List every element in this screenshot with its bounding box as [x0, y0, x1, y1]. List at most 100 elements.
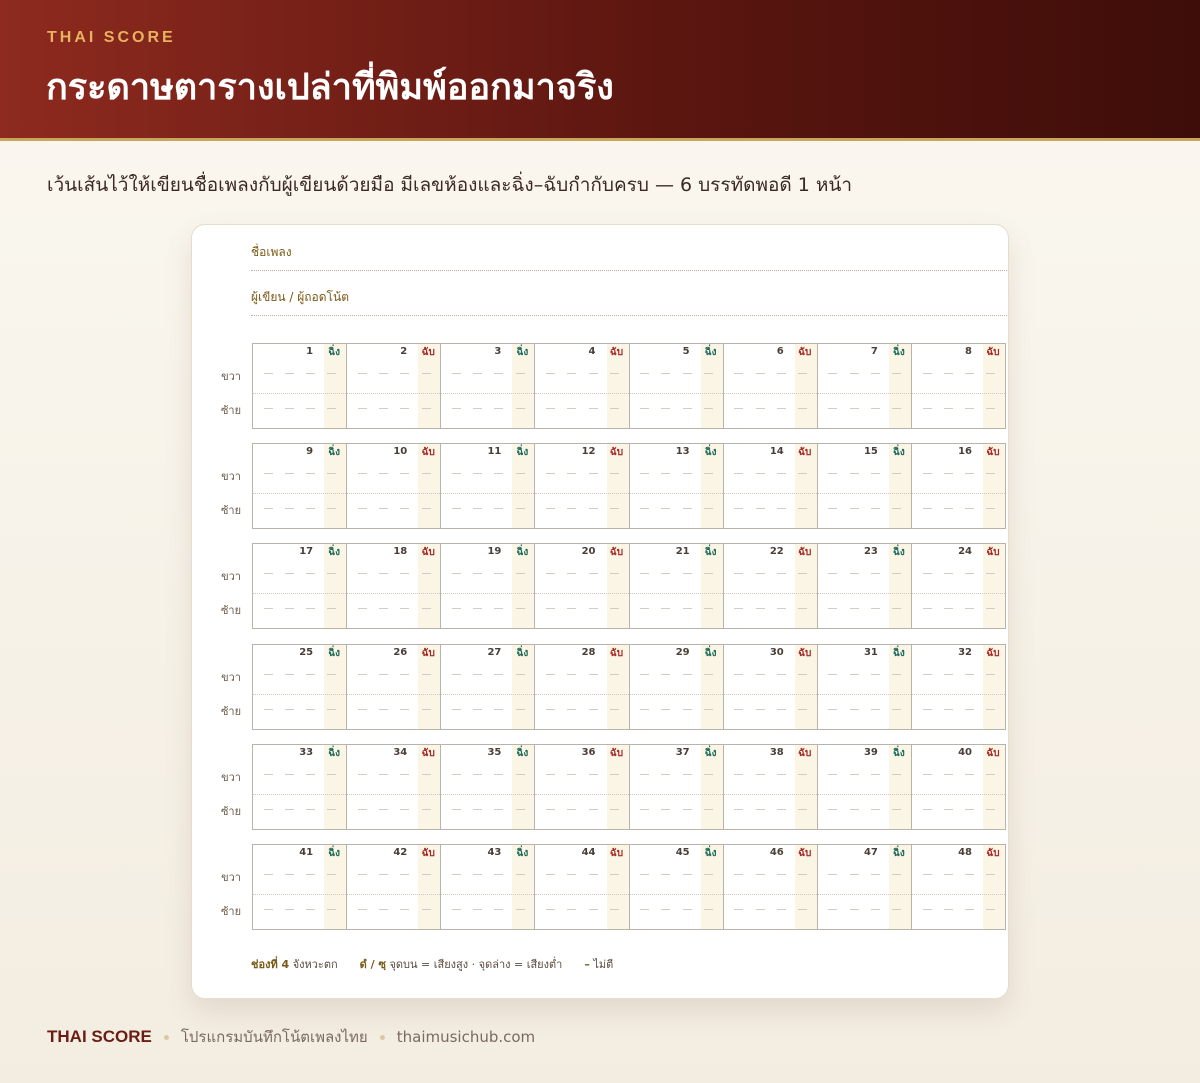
right-hand-beats[interactable]	[535, 368, 628, 380]
beat-slot[interactable]	[394, 904, 415, 916]
beat-slot[interactable]	[676, 704, 697, 716]
beat-slot[interactable]	[886, 368, 907, 380]
beat-slot[interactable]	[770, 769, 791, 781]
right-hand-beats[interactable]	[912, 568, 1005, 580]
beat-slot[interactable]	[561, 368, 582, 380]
beat-slot[interactable]	[697, 568, 718, 580]
right-hand-beats[interactable]	[912, 869, 1005, 881]
beat-slot[interactable]	[278, 503, 299, 515]
beat-slot[interactable]	[372, 869, 393, 881]
beat-slot[interactable]	[351, 468, 372, 480]
beat-slot[interactable]	[822, 904, 843, 916]
beat-slot[interactable]	[916, 669, 937, 681]
beat-slot[interactable]	[561, 503, 582, 515]
beat-slot[interactable]	[321, 603, 342, 615]
left-hand-beats[interactable]	[630, 403, 723, 415]
beat-slot[interactable]	[770, 904, 791, 916]
beat-slot[interactable]	[394, 503, 415, 515]
left-hand-beats[interactable]	[347, 904, 440, 916]
beat-slot[interactable]	[770, 368, 791, 380]
beat-slot[interactable]	[749, 368, 770, 380]
beat-slot[interactable]	[509, 503, 530, 515]
beat-slot[interactable]	[603, 869, 624, 881]
beat-slot[interactable]	[257, 603, 278, 615]
beat-slot[interactable]	[582, 804, 603, 816]
beat-slot[interactable]	[445, 368, 466, 380]
beat-slot[interactable]	[728, 403, 749, 415]
beat-slot[interactable]	[300, 503, 321, 515]
beat-slot[interactable]	[488, 804, 509, 816]
beat-slot[interactable]	[864, 669, 885, 681]
right-hand-beats[interactable]	[818, 468, 911, 480]
beat-slot[interactable]	[394, 403, 415, 415]
right-hand-beats[interactable]	[724, 468, 817, 480]
right-hand-beats[interactable]	[724, 669, 817, 681]
beat-slot[interactable]	[394, 368, 415, 380]
beat-slot[interactable]	[770, 403, 791, 415]
beat-slot[interactable]	[445, 804, 466, 816]
left-hand-beats[interactable]	[347, 603, 440, 615]
right-hand-beats[interactable]	[630, 368, 723, 380]
beat-slot[interactable]	[676, 568, 697, 580]
beat-slot[interactable]	[278, 468, 299, 480]
beat-slot[interactable]	[886, 503, 907, 515]
beat-slot[interactable]	[864, 603, 885, 615]
right-hand-beats[interactable]	[535, 468, 628, 480]
beat-slot[interactable]	[300, 704, 321, 716]
beat-slot[interactable]	[372, 403, 393, 415]
beat-slot[interactable]	[937, 568, 958, 580]
beat-slot[interactable]	[770, 468, 791, 480]
beat-slot[interactable]	[351, 669, 372, 681]
beat-slot[interactable]	[561, 403, 582, 415]
right-hand-beats[interactable]	[724, 769, 817, 781]
beat-slot[interactable]	[321, 368, 342, 380]
beat-slot[interactable]	[372, 804, 393, 816]
beat-slot[interactable]	[791, 368, 812, 380]
beat-slot[interactable]	[864, 503, 885, 515]
beat-slot[interactable]	[582, 503, 603, 515]
beat-slot[interactable]	[467, 568, 488, 580]
beat-slot[interactable]	[372, 568, 393, 580]
beat-slot[interactable]	[445, 869, 466, 881]
beat-slot[interactable]	[958, 468, 979, 480]
beat-slot[interactable]	[634, 804, 655, 816]
beat-slot[interactable]	[321, 704, 342, 716]
beat-slot[interactable]	[372, 669, 393, 681]
beat-slot[interactable]	[937, 704, 958, 716]
beat-slot[interactable]	[488, 603, 509, 615]
beat-slot[interactable]	[603, 468, 624, 480]
beat-slot[interactable]	[561, 704, 582, 716]
beat-slot[interactable]	[394, 804, 415, 816]
beat-slot[interactable]	[372, 704, 393, 716]
beat-slot[interactable]	[749, 904, 770, 916]
beat-slot[interactable]	[697, 503, 718, 515]
beat-slot[interactable]	[886, 403, 907, 415]
beat-slot[interactable]	[749, 704, 770, 716]
beat-slot[interactable]	[634, 669, 655, 681]
right-hand-beats[interactable]	[818, 869, 911, 881]
beat-slot[interactable]	[980, 468, 1001, 480]
beat-slot[interactable]	[916, 904, 937, 916]
right-hand-beats[interactable]	[535, 669, 628, 681]
beat-slot[interactable]	[415, 468, 436, 480]
beat-slot[interactable]	[467, 869, 488, 881]
beat-slot[interactable]	[770, 704, 791, 716]
beat-slot[interactable]	[415, 769, 436, 781]
beat-slot[interactable]	[278, 804, 299, 816]
beat-slot[interactable]	[697, 704, 718, 716]
right-hand-beats[interactable]	[441, 869, 534, 881]
beat-slot[interactable]	[655, 368, 676, 380]
beat-slot[interactable]	[561, 568, 582, 580]
beat-slot[interactable]	[394, 769, 415, 781]
beat-slot[interactable]	[843, 904, 864, 916]
right-hand-beats[interactable]	[630, 769, 723, 781]
beat-slot[interactable]	[582, 669, 603, 681]
left-hand-beats[interactable]	[724, 704, 817, 716]
beat-slot[interactable]	[603, 804, 624, 816]
beat-slot[interactable]	[886, 869, 907, 881]
beat-slot[interactable]	[467, 704, 488, 716]
beat-slot[interactable]	[697, 403, 718, 415]
beat-slot[interactable]	[728, 904, 749, 916]
beat-slot[interactable]	[278, 704, 299, 716]
right-hand-beats[interactable]	[818, 669, 911, 681]
